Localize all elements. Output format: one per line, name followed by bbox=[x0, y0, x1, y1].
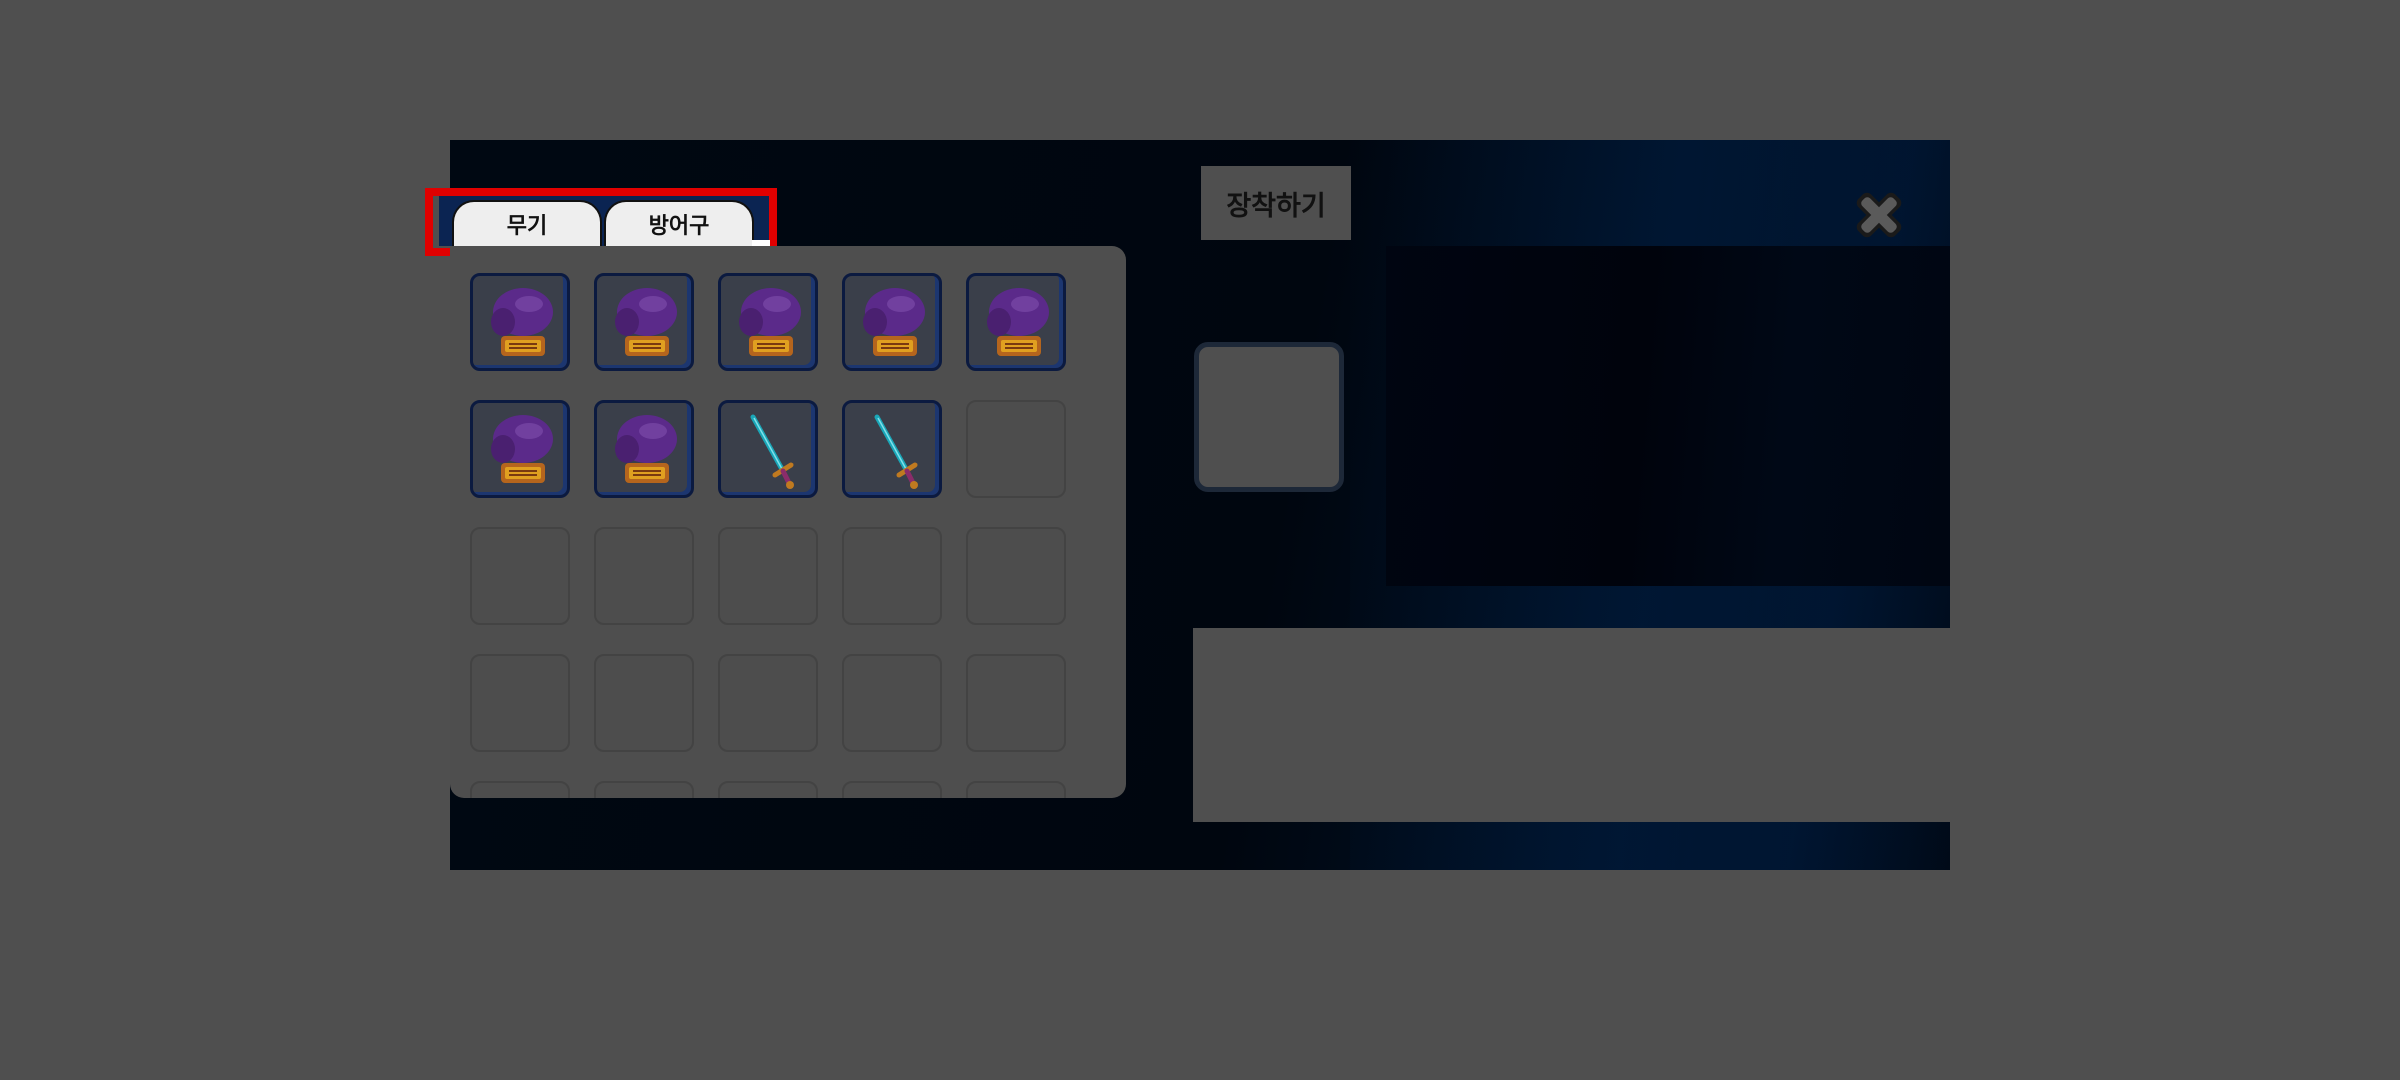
close-icon bbox=[1856, 192, 1902, 238]
sword-icon bbox=[750, 414, 794, 489]
close-button[interactable] bbox=[1848, 186, 1910, 244]
inventory-slot-item[interactable] bbox=[842, 400, 942, 498]
character-preview bbox=[1386, 246, 1950, 586]
inventory-slot-empty[interactable] bbox=[966, 527, 1066, 625]
inventory-slot-empty[interactable] bbox=[842, 781, 942, 798]
tab-weapon[interactable]: 무기 bbox=[452, 200, 602, 246]
inventory-slot-empty[interactable] bbox=[718, 527, 818, 625]
glove-icon bbox=[739, 288, 801, 356]
glove-icon bbox=[491, 415, 553, 483]
sword-icon bbox=[874, 414, 918, 489]
item-description-box bbox=[1193, 628, 1950, 822]
inventory-slot-item[interactable] bbox=[594, 273, 694, 371]
equipped-slot[interactable] bbox=[1194, 342, 1344, 492]
tab-armor[interactable]: 방어구 bbox=[604, 200, 754, 246]
inventory-slot-item[interactable] bbox=[718, 273, 818, 371]
inventory-slot-empty[interactable] bbox=[594, 781, 694, 798]
inventory-slot-empty[interactable] bbox=[718, 781, 818, 798]
inventory-slot-item[interactable] bbox=[594, 400, 694, 498]
inventory-slot-empty[interactable] bbox=[966, 781, 1066, 798]
inventory-slot-empty[interactable] bbox=[470, 654, 570, 752]
inventory-slot-empty[interactable] bbox=[718, 654, 818, 752]
inventory-slot-empty[interactable] bbox=[470, 527, 570, 625]
equip-button[interactable]: 장착하기 bbox=[1201, 166, 1351, 240]
inventory-slot-empty[interactable] bbox=[594, 527, 694, 625]
inventory-slot-empty[interactable] bbox=[594, 654, 694, 752]
inventory-slot-empty[interactable] bbox=[966, 654, 1066, 752]
glove-icon bbox=[987, 288, 1049, 356]
inventory-slot-item[interactable] bbox=[718, 400, 818, 498]
inventory-slot-item[interactable] bbox=[842, 273, 942, 371]
inventory-slot-empty[interactable] bbox=[842, 654, 942, 752]
glove-icon bbox=[615, 288, 677, 356]
glove-icon bbox=[615, 415, 677, 483]
glove-icon bbox=[491, 288, 553, 356]
inventory-slot-empty[interactable] bbox=[470, 781, 570, 798]
glove-icon bbox=[863, 288, 925, 356]
inventory-slot-empty[interactable] bbox=[966, 400, 1066, 498]
inventory-slot-item[interactable] bbox=[470, 400, 570, 498]
inventory-slot-item[interactable] bbox=[470, 273, 570, 371]
inventory-slot-empty[interactable] bbox=[842, 527, 942, 625]
inventory-slot-item[interactable] bbox=[966, 273, 1066, 371]
inventory-grid bbox=[450, 246, 1126, 798]
